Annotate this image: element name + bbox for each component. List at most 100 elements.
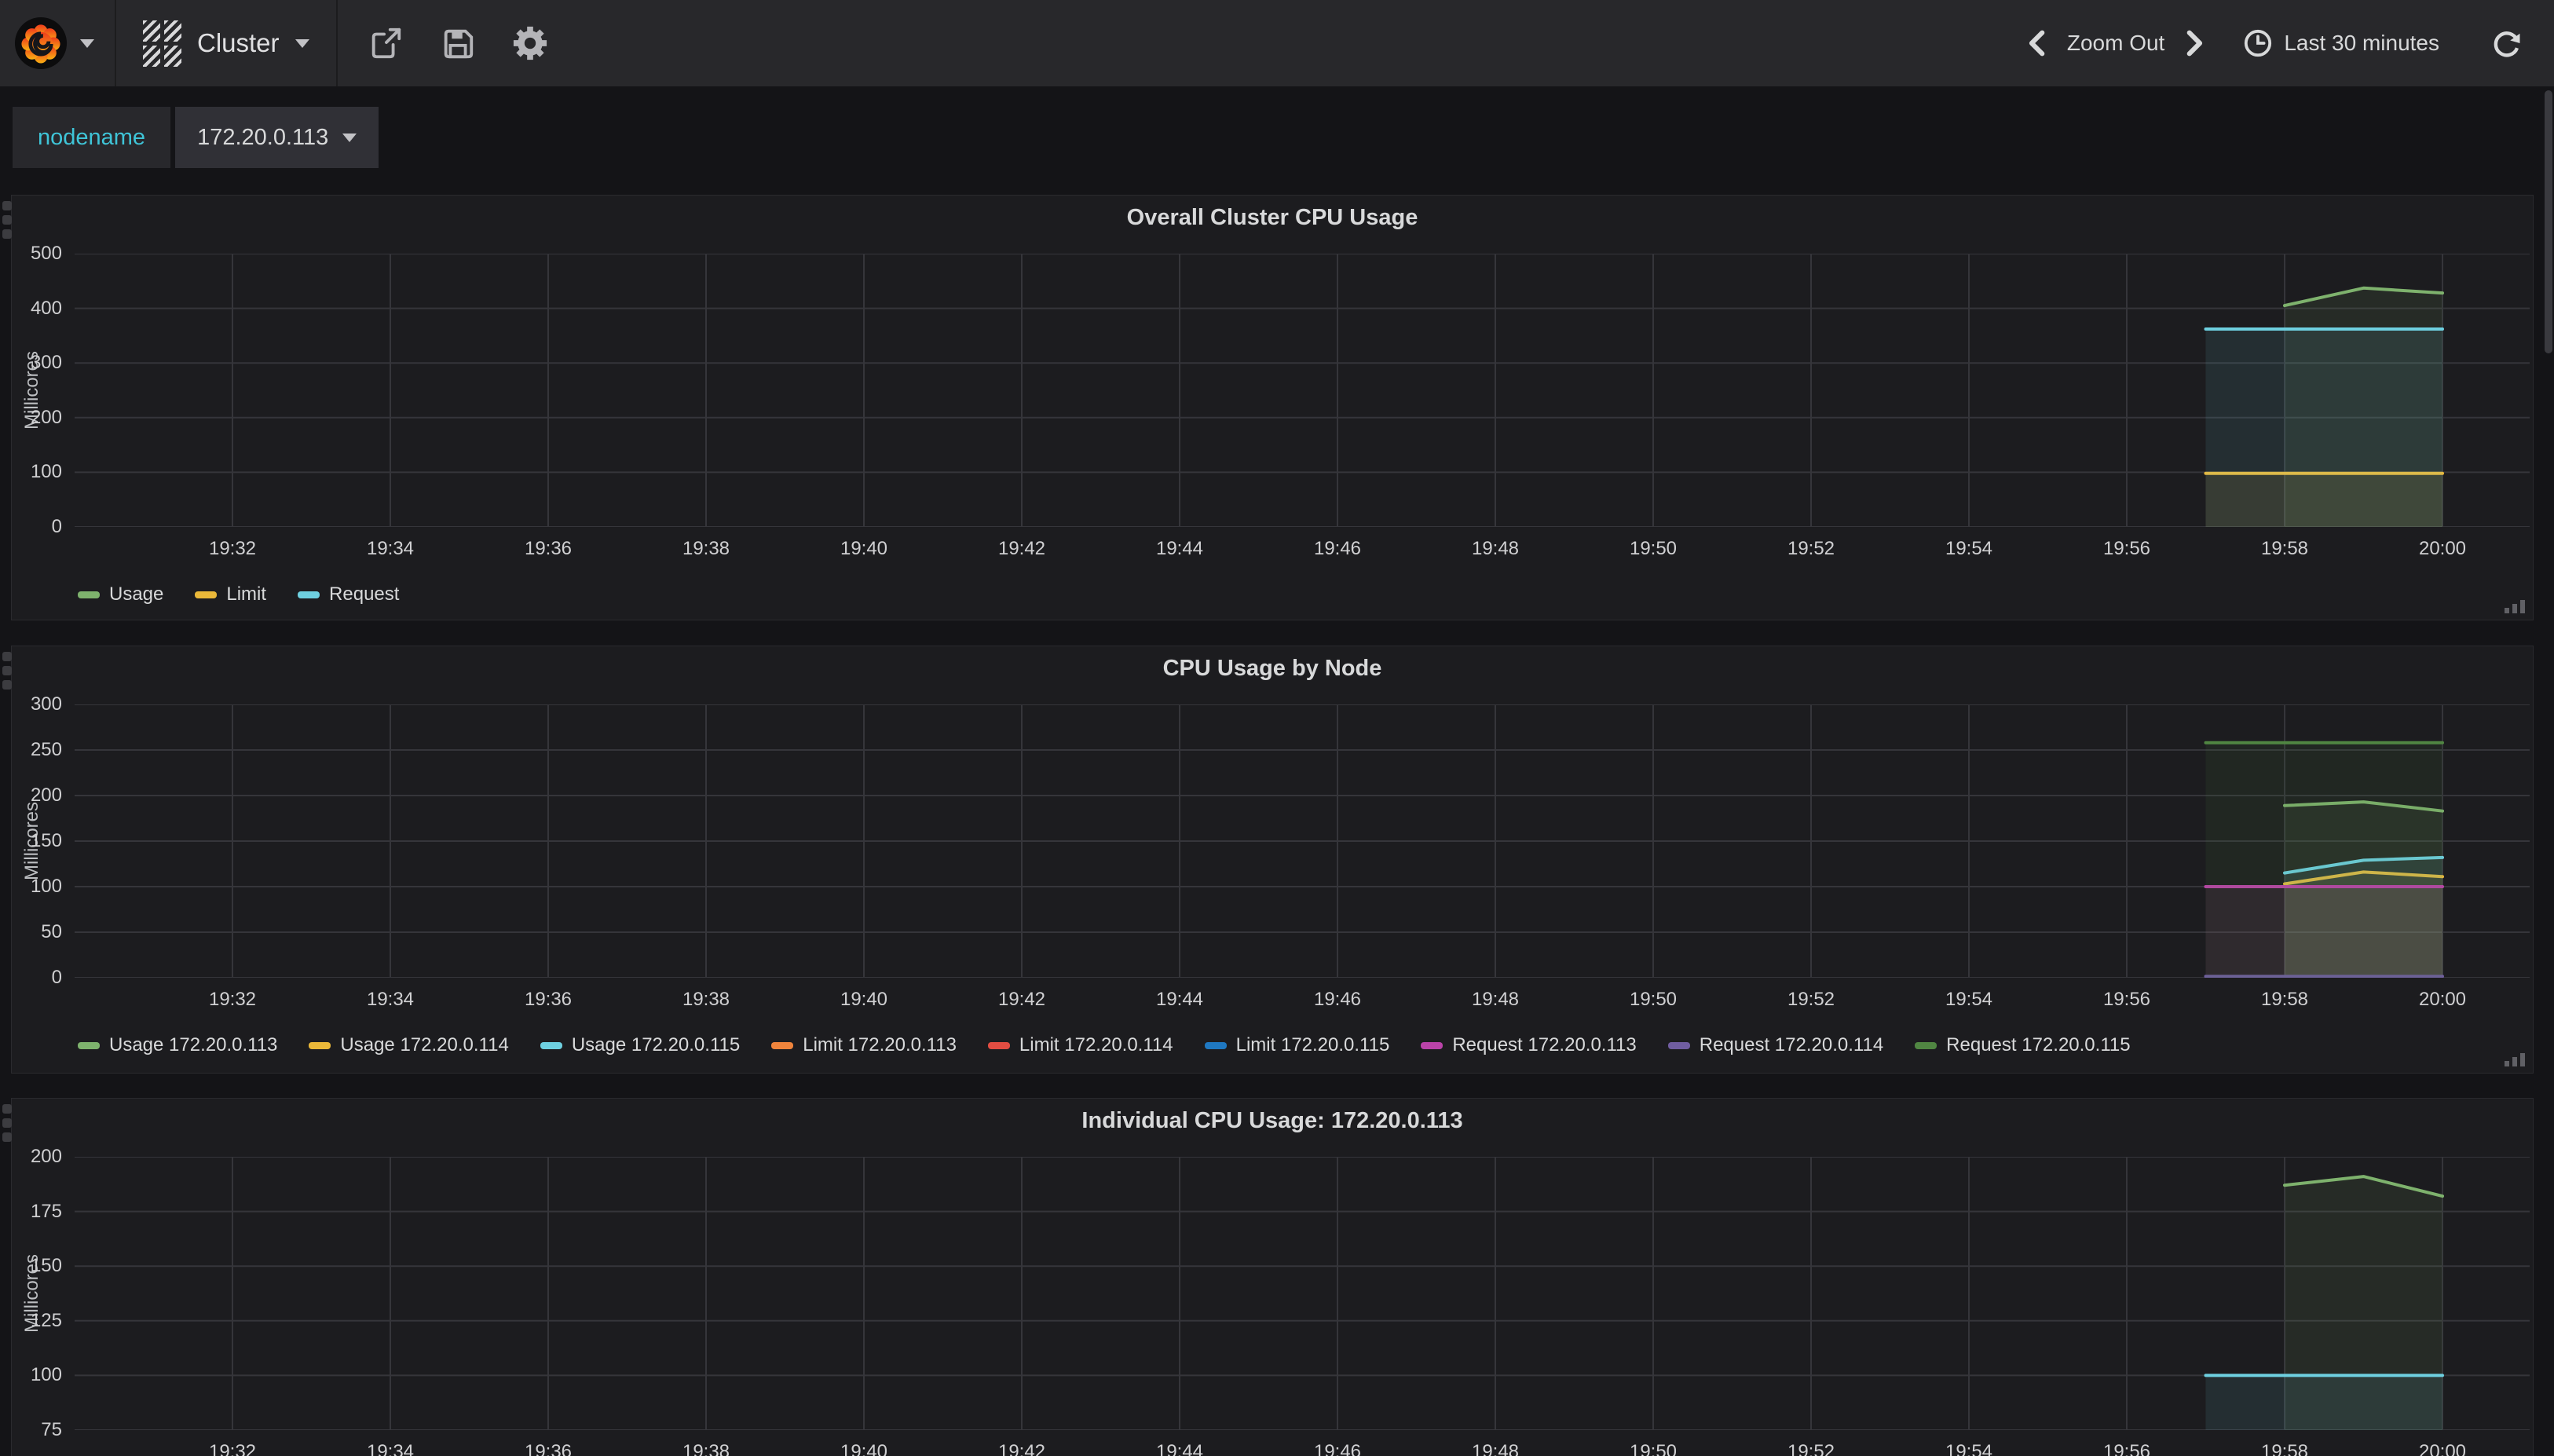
legend-swatch [540,1042,562,1049]
chevron-down-icon [80,39,94,48]
x-tick: 19:50 [1606,1441,1700,1456]
x-tick: 19:58 [2237,989,2332,1011]
zoom-out-button[interactable]: Zoom Out [2067,31,2164,56]
save-icon[interactable] [440,25,476,61]
dashboard-switcher[interactable]: Cluster [116,0,336,86]
x-tick: 19:56 [2080,1441,2174,1456]
legend-item[interactable]: Limit [195,583,266,605]
legend-item[interactable]: Usage 172.20.0.114 [309,1034,508,1056]
legend-item[interactable]: Request 172.20.0.115 [1915,1034,2130,1056]
legend-item[interactable]: Request 172.20.0.114 [1668,1034,1883,1056]
y-tick: 75 [12,1418,62,1442]
share-button[interactable] [368,25,404,61]
clock-icon [2243,28,2273,58]
legend-swatch [195,591,217,598]
legend-label: Request 172.20.0.115 [1946,1034,2130,1056]
chevron-down-icon [295,39,309,48]
legend: Usage 172.20.0.113 Usage 172.20.0.114 Usag… [78,1034,2131,1056]
y-tick: 250 [12,738,62,762]
x-tick: 19:42 [975,538,1069,560]
x-tick: 19:52 [1764,538,1858,560]
x-tick: 19:52 [1764,1441,1858,1456]
x-tick: 19:34 [343,1441,437,1456]
x-tick: 19:38 [659,1441,753,1456]
x-tick: 19:58 [2237,538,2332,560]
legend-swatch [1421,1042,1443,1049]
grafana-menu-button[interactable] [14,16,115,70]
legend-swatch [771,1042,793,1049]
legend-item[interactable]: Limit 172.20.0.113 [771,1034,957,1056]
x-tick: 19:54 [1922,538,2016,560]
x-tick: 19:38 [659,538,753,560]
variable-value: 172.20.0.113 [197,125,328,151]
y-tick: 100 [12,460,62,484]
legend-item[interactable]: Limit 172.20.0.114 [988,1034,1173,1056]
chart-plot[interactable] [75,254,2530,527]
y-tick: 150 [12,1254,62,1278]
x-tick: 19:58 [2237,1441,2332,1456]
legend-label: Limit [226,583,266,605]
panel-cpu-usage-by-node: CPU Usage by Node Millicores 05010015020… [11,646,2534,1074]
x-tick: 19:48 [1448,538,1542,560]
time-picker-button[interactable]: Last 30 minutes [2243,28,2439,58]
x-tick: 19:48 [1448,989,1542,1011]
legend-swatch [1205,1042,1227,1049]
y-tick: 200 [12,1145,62,1169]
legend-item[interactable]: Request 172.20.0.113 [1421,1034,1636,1056]
refresh-button[interactable] [2490,27,2523,60]
x-tick: 19:42 [975,1441,1069,1456]
x-tick: 19:36 [501,538,595,560]
x-tick: 19:40 [817,989,911,1011]
chart-plot[interactable] [75,704,2530,978]
legend-label: Limit 172.20.0.114 [1019,1034,1173,1056]
x-tick: 19:32 [185,1441,280,1456]
x-tick: 19:34 [343,538,437,560]
panel-title[interactable]: Overall Cluster CPU Usage [12,205,2533,231]
x-tick: 19:48 [1448,1441,1542,1456]
grafana-logo-icon [14,16,68,70]
x-tick: 20:00 [2395,989,2490,1011]
dashboard-grid-icon [143,20,181,67]
time-range-label: Last 30 minutes [2284,31,2439,56]
legend: Usage Limit Request [78,583,399,605]
variable-dropdown[interactable]: 172.20.0.113 [175,107,379,168]
row-drag-handle[interactable] [2,652,12,690]
legend-item[interactable]: Usage 172.20.0.115 [540,1034,740,1056]
legend-label: Usage 172.20.0.113 [109,1034,277,1056]
settings-gear-icon[interactable] [512,25,548,61]
time-shift-forward-button[interactable] [2185,30,2205,57]
panel-title[interactable]: Individual CPU Usage: 172.20.0.113 [12,1108,2533,1134]
row-drag-handle[interactable] [2,1104,12,1142]
panel-overall-cluster-cpu-usage: Overall Cluster CPU Usage Millicores 010… [11,195,2534,620]
legend-item[interactable]: Request [298,583,399,605]
y-tick: 300 [12,693,62,716]
variable-label: nodename [13,107,170,168]
x-tick: 19:36 [501,989,595,1011]
y-tick: 500 [12,242,62,265]
chart-plot[interactable] [75,1157,2530,1430]
legend-label: Usage 172.20.0.115 [572,1034,740,1056]
panel-resize-handle[interactable] [2505,600,2525,613]
legend-swatch [309,1042,331,1049]
x-tick: 19:50 [1606,538,1700,560]
panel-individual-cpu-usage: Individual CPU Usage: 172.20.0.113 Milli… [11,1098,2534,1456]
legend-item[interactable]: Usage 172.20.0.113 [78,1034,277,1056]
y-tick: 300 [12,351,62,375]
legend-swatch [78,591,100,598]
y-axis-label: Millicores [18,254,46,527]
x-tick: 19:44 [1132,538,1227,560]
x-tick: 19:56 [2080,989,2174,1011]
panel-title[interactable]: CPU Usage by Node [12,656,2533,682]
y-tick: 200 [12,406,62,430]
x-tick: 19:46 [1290,1441,1385,1456]
time-shift-back-button[interactable] [2026,30,2047,57]
panel-resize-handle[interactable] [2505,1053,2525,1066]
x-tick: 19:40 [817,538,911,560]
y-tick: 200 [12,784,62,807]
legend-label: Limit 172.20.0.113 [803,1034,957,1056]
x-tick: 19:54 [1922,989,2016,1011]
legend-item[interactable]: Limit 172.20.0.115 [1205,1034,1390,1056]
scrollbar-thumb[interactable] [2545,90,2552,353]
row-drag-handle[interactable] [2,201,12,239]
legend-item[interactable]: Usage [78,583,163,605]
